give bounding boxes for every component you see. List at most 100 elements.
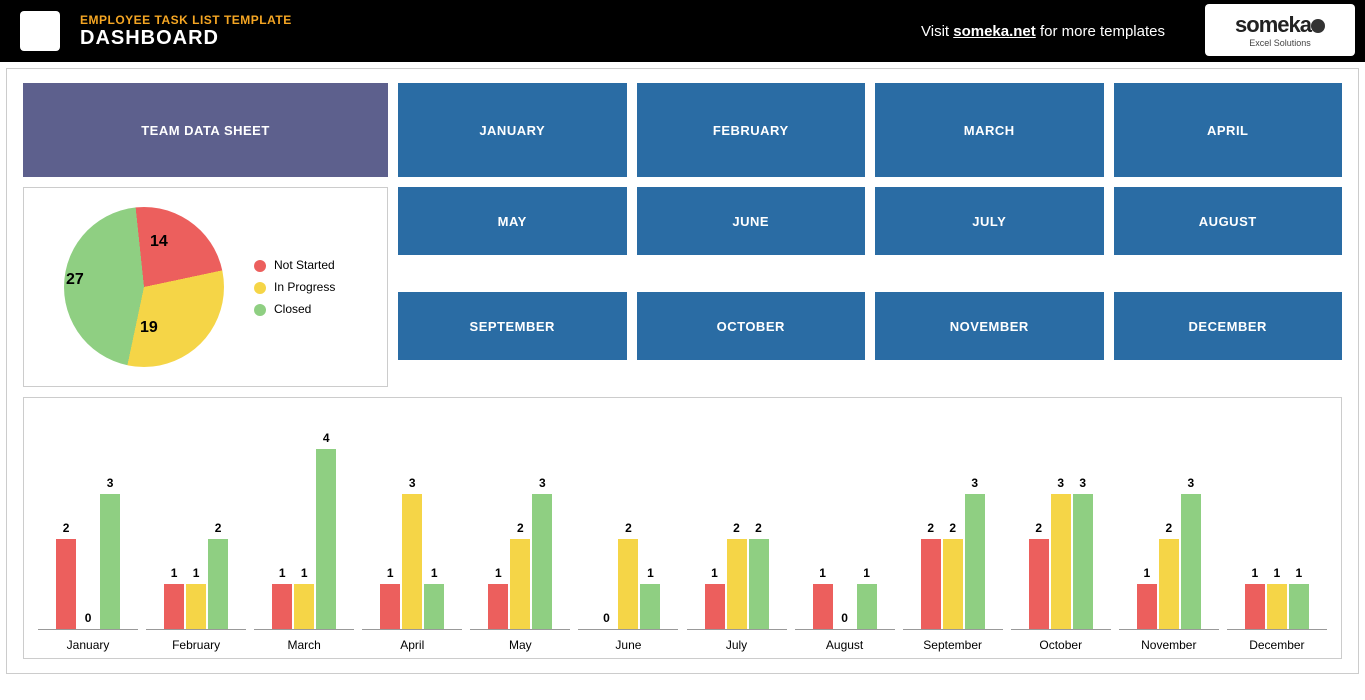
dot-icon [254, 304, 266, 316]
bar-value: 1 [186, 566, 206, 580]
bar: 1 [640, 584, 660, 629]
bar-value: 2 [618, 521, 638, 535]
bar-group: 114March [254, 429, 354, 652]
bar: 2 [618, 539, 638, 629]
bar-value: 2 [510, 521, 530, 535]
pie-chart: 14 19 27 [54, 197, 234, 377]
bar-value: 1 [1245, 566, 1265, 580]
bar-value: 1 [857, 566, 877, 580]
bar-value: 4 [316, 431, 336, 445]
bar-value: 3 [1051, 476, 1071, 490]
legend-not-started: Not Started [254, 258, 335, 272]
bar: 1 [186, 584, 206, 629]
bar: 1 [857, 584, 877, 629]
pie-value-in-progress: 19 [140, 319, 158, 337]
bar-group: 111December [1227, 429, 1327, 652]
bar-value: 3 [100, 476, 120, 490]
bar: 3 [965, 494, 985, 629]
bar-group: 021June [578, 429, 678, 652]
bar: 1 [164, 584, 184, 629]
bar: 1 [1267, 584, 1287, 629]
month-button-february[interactable]: FEBRUARY [637, 83, 866, 177]
bar: 3 [1073, 494, 1093, 629]
month-button-june[interactable]: JUNE [637, 187, 866, 255]
bar-group: 123November [1119, 429, 1219, 652]
team-data-button[interactable]: TEAM DATA SHEET [23, 83, 388, 177]
bar-category-label: September [923, 638, 982, 652]
bar-value: 2 [1029, 521, 1049, 535]
bar: 1 [488, 584, 508, 629]
bar-value: 0 [78, 611, 98, 625]
bar: 1 [1245, 584, 1265, 629]
bar: 2 [208, 539, 228, 629]
bar-group: 131April [362, 429, 462, 652]
bar-value: 2 [943, 521, 963, 535]
bar: 1 [380, 584, 400, 629]
month-button-august[interactable]: AUGUST [1114, 187, 1343, 255]
bar-value: 2 [727, 521, 747, 535]
bar: 2 [943, 539, 963, 629]
bar-value: 2 [749, 521, 769, 535]
bar-category-label: April [400, 638, 424, 652]
bar-value: 2 [56, 521, 76, 535]
month-button-november[interactable]: NOVEMBER [875, 292, 1104, 360]
pie-card: 14 19 27 Not Started In Progress Closed [23, 187, 388, 387]
bar-group: 123May [470, 429, 570, 652]
bar: 2 [921, 539, 941, 629]
bar-category-label: October [1039, 638, 1082, 652]
bar-value: 1 [813, 566, 833, 580]
month-button-may[interactable]: MAY [398, 187, 627, 255]
legend-in-progress: In Progress [254, 280, 335, 294]
bar: 1 [1289, 584, 1309, 629]
bar-value: 3 [965, 476, 985, 490]
bar: 3 [1181, 494, 1201, 629]
bar: 2 [1159, 539, 1179, 629]
bar-category-label: May [509, 638, 532, 652]
month-button-march[interactable]: MARCH [875, 83, 1104, 177]
bar: 3 [532, 494, 552, 629]
month-button-january[interactable]: JANUARY [398, 83, 627, 177]
bar-category-label: March [288, 638, 321, 652]
bar-value: 0 [596, 611, 616, 625]
bar-value: 1 [488, 566, 508, 580]
bar: 1 [294, 584, 314, 629]
bar: 2 [1029, 539, 1049, 629]
bar-group: 203January [38, 429, 138, 652]
top-row: TEAM DATA SHEET JANUARY FEBRUARY MARCH A… [23, 83, 1342, 177]
bar: 1 [705, 584, 725, 629]
bar-value: 2 [921, 521, 941, 535]
month-button-october[interactable]: OCTOBER [637, 292, 866, 360]
bar-category-label: February [172, 638, 220, 652]
bar-value: 1 [1267, 566, 1287, 580]
bar: 2 [749, 539, 769, 629]
mid-rows: 14 19 27 Not Started In Progress Closed … [23, 187, 1342, 387]
bar-value: 3 [402, 476, 422, 490]
bar-category-label: August [826, 638, 863, 652]
bar-value: 1 [294, 566, 314, 580]
page-title: DASHBOARD [80, 27, 921, 50]
bar-value: 1 [1137, 566, 1157, 580]
bar-value: 1 [424, 566, 444, 580]
bar-value: 3 [532, 476, 552, 490]
bar-category-label: January [67, 638, 110, 652]
bar-value: 1 [640, 566, 660, 580]
bar-category-label: June [615, 638, 641, 652]
dot-icon [254, 282, 266, 294]
bar: 2 [56, 539, 76, 629]
bar-value: 1 [272, 566, 292, 580]
pie-value-closed: 27 [66, 271, 84, 289]
logo-subtitle: Excel Solutions [1249, 38, 1311, 48]
month-button-april[interactable]: APRIL [1114, 83, 1343, 177]
month-button-december[interactable]: DECEMBER [1114, 292, 1343, 360]
bar-group: 223September [903, 429, 1003, 652]
bar: 2 [510, 539, 530, 629]
legend-closed: Closed [254, 302, 335, 316]
month-button-september[interactable]: SEPTEMBER [398, 292, 627, 360]
bar-value: 3 [1073, 476, 1093, 490]
bar-value: 3 [1181, 476, 1201, 490]
bar: 1 [813, 584, 833, 629]
bar-category-label: July [726, 638, 747, 652]
month-button-july[interactable]: JULY [875, 187, 1104, 255]
bar-value: 1 [705, 566, 725, 580]
header-link[interactable]: Visit someka.net for more templates [921, 23, 1165, 40]
